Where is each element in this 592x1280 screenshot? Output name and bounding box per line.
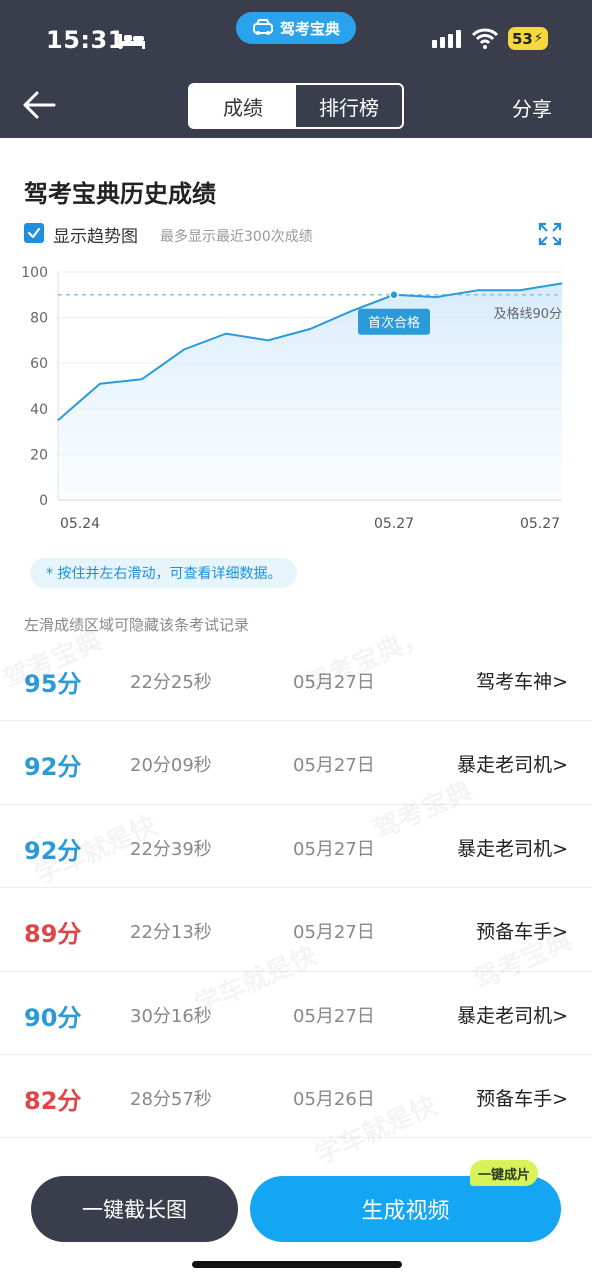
data-point[interactable] — [141, 378, 143, 380]
record-title-link[interactable]: 暴走老司机> — [457, 750, 568, 777]
record-date: 05月27日 — [293, 922, 375, 944]
share-button[interactable]: 分享 — [512, 93, 552, 122]
x-tick-label: 05.27 — [520, 516, 560, 532]
cellular-signal-icon — [432, 30, 461, 48]
sleep-mode-icon — [119, 34, 145, 49]
y-tick-label: 60 — [30, 356, 48, 372]
record-row[interactable]: 89分 22分13秒 05月27日 预备车手> — [0, 888, 592, 972]
hide-record-tip: 左滑成绩区域可隐藏该条考试记录 — [24, 616, 250, 634]
record-duration: 22分25秒 — [130, 672, 212, 693]
y-tick-label: 0 — [39, 493, 48, 509]
y-tick-label: 40 — [30, 402, 48, 418]
long-screenshot-button[interactable]: 一键截长图 — [31, 1176, 238, 1242]
top-bar: 15:31 驾考宝典 53 ⚡ 成绩 排行榜 分享 — [0, 0, 592, 138]
data-point[interactable] — [351, 310, 353, 312]
record-title-link[interactable]: 暴走老司机> — [457, 834, 568, 861]
app-badge-label: 驾考宝典 — [279, 19, 340, 38]
record-title-link[interactable]: 暴走老司机> — [457, 1001, 568, 1028]
back-arrow-icon[interactable] — [22, 88, 56, 122]
data-point[interactable] — [267, 339, 269, 341]
record-row[interactable]: 95分 22分25秒 05月27日 驾考车神> — [0, 638, 592, 722]
trend-checkbox[interactable] — [24, 223, 44, 243]
checkmark-icon — [27, 227, 41, 239]
data-point[interactable] — [183, 349, 185, 351]
data-point[interactable] — [561, 282, 563, 284]
page-title: 驾考宝典历史成绩 — [24, 180, 216, 208]
data-point[interactable] — [225, 333, 227, 335]
record-date: 05月27日 — [293, 672, 375, 693]
record-row[interactable]: 90分 30分16秒 05月27日 暴走老司机> — [0, 972, 592, 1055]
tab-scores[interactable]: 成绩 — [190, 85, 296, 127]
pass-line-label: 及格线90分 — [493, 306, 562, 322]
data-point[interactable] — [519, 289, 521, 291]
record-duration: 22分13秒 — [130, 922, 212, 944]
data-point[interactable] — [435, 296, 437, 298]
record-duration: 22分39秒 — [130, 838, 212, 860]
x-tick-label: 05.27 — [374, 516, 414, 532]
record-duration: 30分16秒 — [130, 1005, 212, 1027]
record-score: 92分 — [24, 753, 82, 782]
battery-level: 53 — [512, 29, 533, 48]
records-list: 95分 22分25秒 05月27日 驾考车神> 92分 20分09秒 05月27日 暴走老司机… — [0, 638, 592, 1139]
home-indicator[interactable] — [192, 1261, 402, 1268]
record-score: 95分 — [24, 670, 82, 698]
record-date: 05月27日 — [293, 755, 375, 777]
y-tick-label: 100 — [21, 265, 48, 281]
record-duration: 28分57秒 — [130, 1088, 212, 1110]
y-tick-label: 20 — [30, 447, 48, 463]
record-duration: 20分09秒 — [130, 755, 212, 777]
record-date: 05月26日 — [293, 1088, 375, 1110]
y-tick-label: 80 — [30, 311, 48, 327]
status-time: 15:31 — [46, 26, 125, 54]
record-row[interactable]: 92分 20分09秒 05月27日 暴走老司机> — [0, 721, 592, 805]
record-date: 05月27日 — [293, 838, 375, 860]
record-score: 90分 — [24, 1003, 82, 1032]
record-row[interactable]: 82分 28分57秒 05月26日 预备车手> — [0, 1055, 592, 1139]
record-score: 92分 — [24, 836, 82, 865]
trend-checkbox-label[interactable]: 显示趋势图 — [53, 222, 138, 247]
app-badge[interactable]: 驾考宝典 — [236, 12, 356, 44]
first-pass-label: 首次合格 — [368, 315, 420, 331]
data-point[interactable] — [57, 419, 59, 421]
trend-area — [58, 283, 562, 500]
record-score: 82分 — [24, 1086, 82, 1115]
record-score: 89分 — [24, 920, 82, 949]
charging-icon: ⚡ — [533, 31, 544, 46]
swipe-tip: * 按住并左右滑动，可查看详细数据。 — [30, 558, 298, 588]
one-click-badge: 一键成片 — [470, 1160, 539, 1186]
trend-chart[interactable]: 0 20 40 60 80 100 及格线90分 首次合格 05.24 05.27 05.27 — [0, 258, 592, 538]
x-tick-label: 05.24 — [60, 516, 100, 532]
data-point[interactable] — [477, 289, 479, 291]
tab-leaderboard[interactable]: 排行榜 — [296, 85, 402, 127]
fullscreen-icon[interactable] — [538, 222, 562, 246]
data-point[interactable] — [309, 328, 311, 330]
record-title-link[interactable]: 驾考车神> — [476, 667, 568, 694]
record-title-link[interactable]: 预备车手> — [476, 1084, 568, 1111]
first-pass-marker — [389, 290, 399, 300]
battery-indicator: 53 ⚡ — [508, 27, 548, 50]
trend-hint: 最多显示最近300次成绩 — [160, 229, 313, 245]
record-row[interactable]: 92分 22分39秒 05月27日 暴走老司机> — [0, 805, 592, 889]
car-icon — [252, 19, 273, 35]
record-title-link[interactable]: 预备车手> — [476, 917, 568, 944]
record-date: 05月27日 — [293, 1005, 375, 1027]
wifi-icon — [472, 28, 498, 49]
data-point[interactable] — [99, 383, 101, 385]
tab-switcher: 成绩 排行榜 — [188, 83, 404, 129]
